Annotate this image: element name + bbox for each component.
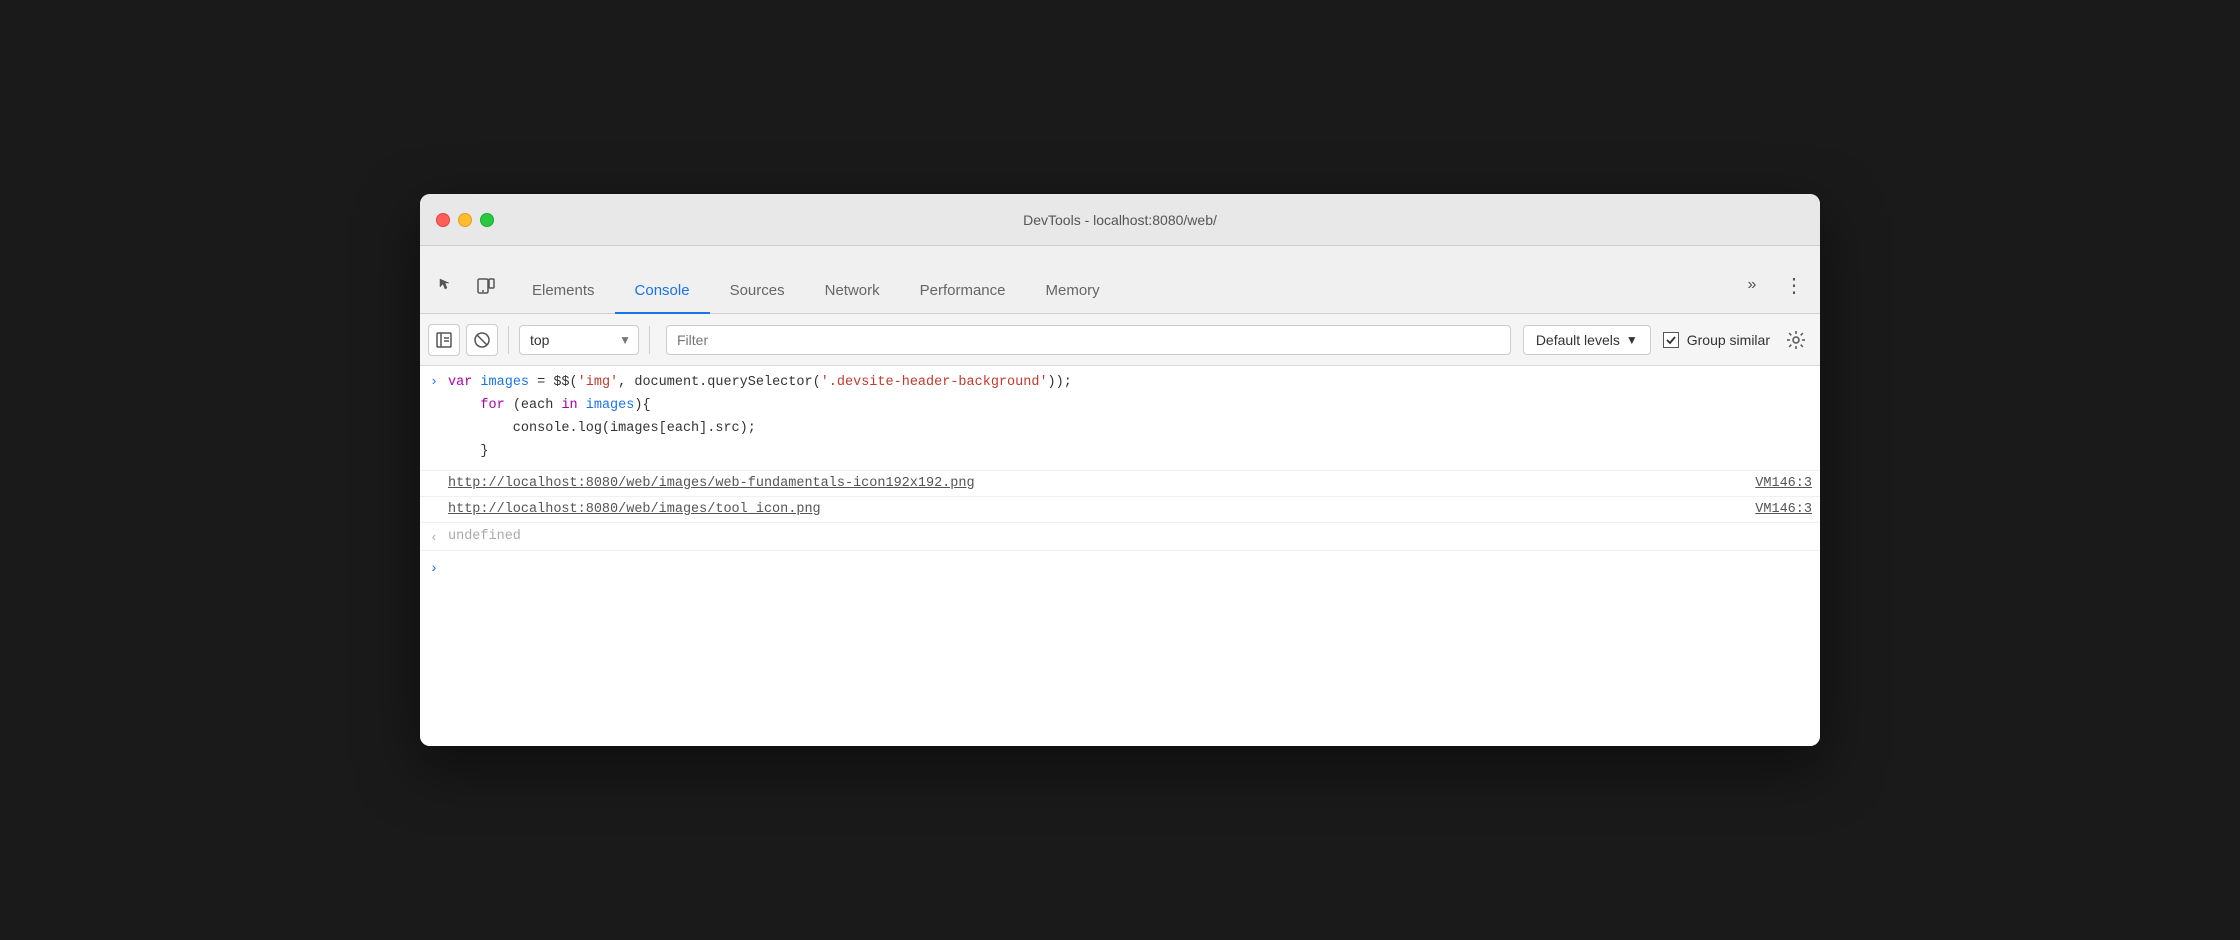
code-line-3: console.log(images[each].src);	[448, 418, 1812, 441]
clear-console-button[interactable]	[466, 324, 498, 356]
tab-memory[interactable]: Memory	[1026, 268, 1120, 314]
filter-input[interactable]	[666, 325, 1511, 355]
context-select-input[interactable]: top	[519, 325, 639, 355]
minimize-button[interactable]	[458, 213, 472, 227]
window-title: DevTools - localhost:8080/web/	[1023, 212, 1217, 228]
console-link-2[interactable]: http://localhost:8080/web/images/tool_ic…	[448, 502, 821, 517]
input-prompt-icon: ›	[420, 561, 448, 577]
vm-ref-1[interactable]: VM146:3	[1755, 476, 1812, 491]
inspect-element-icon[interactable]	[428, 267, 464, 303]
maximize-button[interactable]	[480, 213, 494, 227]
tab-performance[interactable]: Performance	[900, 268, 1026, 314]
undefined-value: undefined	[448, 529, 521, 544]
traffic-lights	[436, 213, 494, 227]
code-line-1: var images = $$('img', document.querySel…	[448, 372, 1812, 395]
code-line-2: for (each in images){	[448, 395, 1812, 418]
titlebar: DevTools - localhost:8080/web/	[420, 194, 1820, 246]
device-toolbar-icon[interactable]	[468, 267, 504, 303]
console-input-entry: › var images = $$('img', document.queryS…	[420, 366, 1820, 471]
console-content: › var images = $$('img', document.queryS…	[420, 366, 1820, 746]
customize-icon[interactable]: ⋮	[1776, 267, 1812, 303]
console-link-line-2: http://localhost:8080/web/images/tool_ic…	[420, 497, 1820, 523]
group-similar-checkbox[interactable]	[1663, 332, 1679, 348]
code-entry-content: var images = $$('img', document.querySel…	[448, 372, 1812, 464]
group-similar-label: Group similar	[1687, 332, 1770, 348]
levels-arrow-icon: ▼	[1626, 333, 1638, 347]
output-arrow-icon: ‹	[420, 528, 448, 545]
tab-sources[interactable]: Sources	[710, 268, 805, 314]
settings-gear-icon[interactable]	[1780, 324, 1812, 356]
tabbar-more: » ⋮	[1734, 267, 1812, 313]
toolbar-divider-2	[649, 326, 650, 354]
devtools-window: DevTools - localhost:8080/web/ Elements …	[420, 194, 1820, 746]
tab-console[interactable]: Console	[615, 268, 710, 314]
console-link-line-1: http://localhost:8080/web/images/web-fun…	[420, 471, 1820, 497]
tab-elements[interactable]: Elements	[512, 268, 615, 314]
levels-label: Default levels	[1536, 332, 1620, 348]
context-selector[interactable]: top ▼	[519, 325, 639, 355]
toolbar-divider-1	[508, 326, 509, 354]
vm-ref-2[interactable]: VM146:3	[1755, 502, 1812, 517]
more-tabs-icon[interactable]: »	[1734, 267, 1770, 303]
console-link-1[interactable]: http://localhost:8080/web/images/web-fun…	[448, 476, 975, 491]
input-arrow-icon[interactable]: ›	[420, 372, 448, 389]
console-input[interactable]	[448, 561, 1812, 576]
tabbar: Elements Console Sources Network Perform…	[420, 246, 1820, 314]
levels-button[interactable]: Default levels ▼	[1523, 325, 1651, 355]
console-toolbar: top ▼ Default levels ▼ Group similar	[420, 314, 1820, 366]
sidebar-toggle-button[interactable]	[428, 324, 460, 356]
console-undefined-entry: ‹ undefined	[420, 523, 1820, 551]
toolbar-icons	[428, 267, 504, 313]
tab-network[interactable]: Network	[805, 268, 900, 314]
code-line-4: }	[448, 441, 1812, 464]
console-input-line[interactable]: ›	[420, 551, 1820, 587]
group-similar-area: Group similar	[1663, 332, 1770, 348]
close-button[interactable]	[436, 213, 450, 227]
